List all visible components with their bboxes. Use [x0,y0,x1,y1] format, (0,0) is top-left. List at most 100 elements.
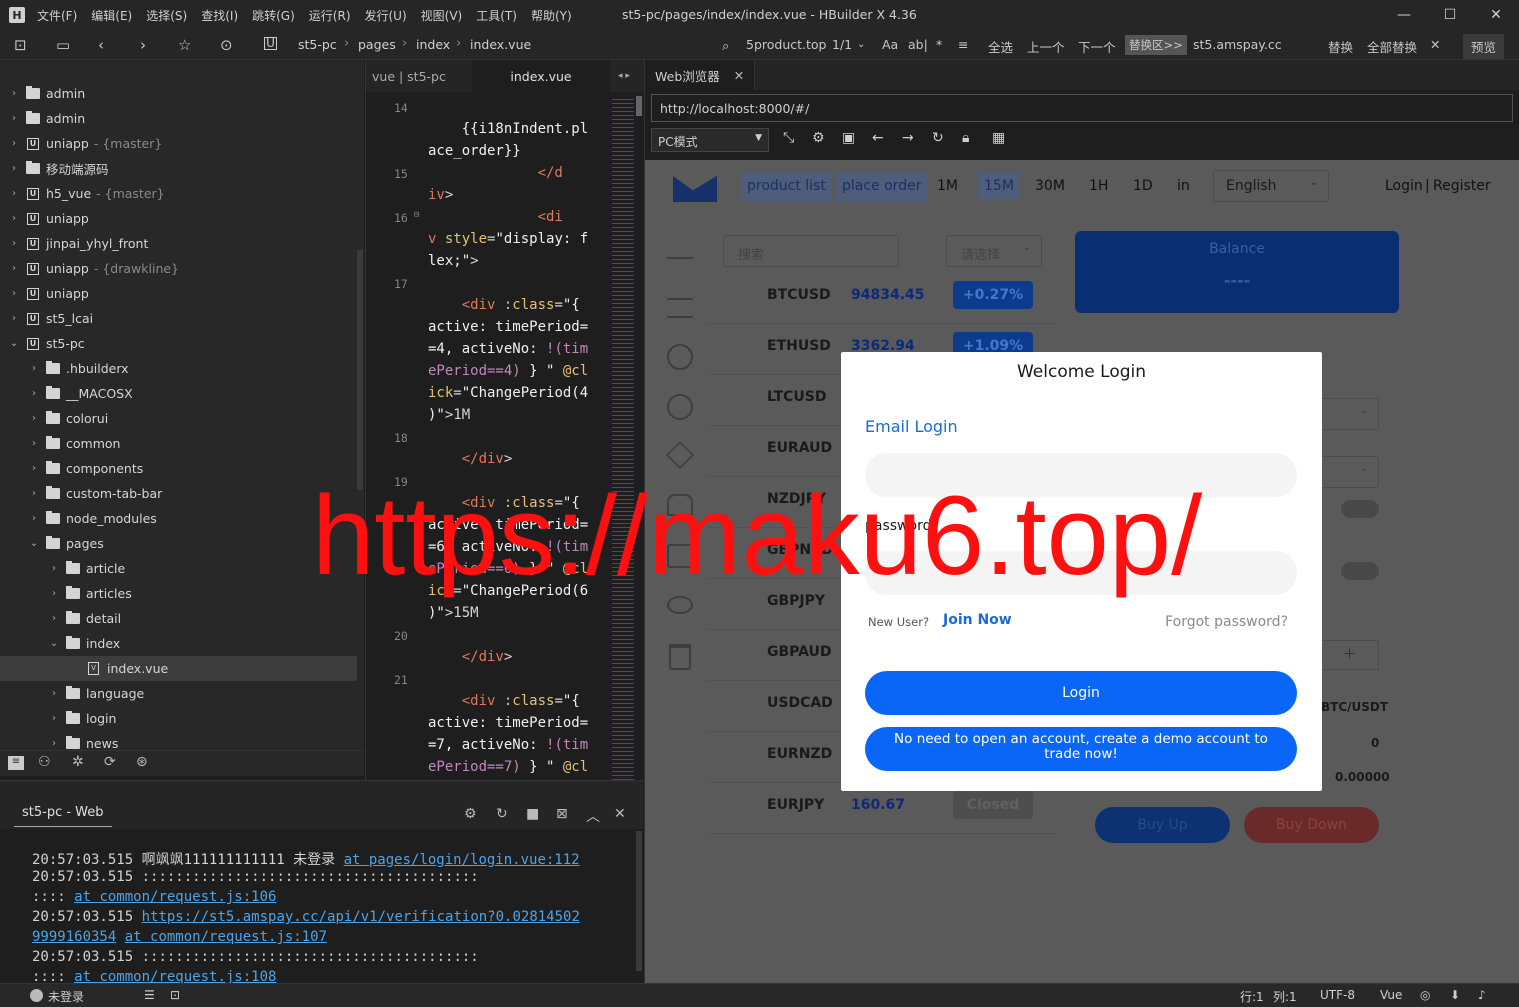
forward-icon[interactable]: › [140,35,146,55]
chevron-down-icon[interactable]: ⌄ [857,39,865,50]
refresh-icon[interactable]: ↻ [932,130,944,146]
right-select-1[interactable]: ⌄ [1321,398,1379,430]
menu-select[interactable]: 选择(S) [146,7,187,24]
encoding[interactable]: UTF-8 [1320,988,1355,1002]
chevron-right-icon[interactable]: › [8,313,20,324]
download-icon[interactable]: ⬇ [1450,988,1460,1002]
editor-scrollbar[interactable] [636,96,642,116]
nav-place-order[interactable]: place order [836,172,928,202]
search-input[interactable]: 5product.top [746,37,827,52]
search-status-icon[interactable]: ◎ [1420,988,1430,1002]
market-pair[interactable]: ETHUSD [767,338,831,354]
market-pair[interactable]: BTCUSD [767,287,831,303]
log-link[interactable]: at common/request.js:107 [125,929,327,945]
crosshair-tool-icon[interactable] [667,257,693,259]
new-file-icon[interactable]: ⊡ [14,35,27,55]
plugin-icon[interactable]: ⊛ [136,754,148,770]
source-control-icon[interactable]: ⟳ [104,754,116,770]
tree-item-language[interactable]: › language [0,681,144,706]
lock-icon[interactable]: 🔒︎ [962,130,969,146]
list-icon[interactable]: ☰ [144,988,155,1002]
market-pair[interactable]: LTCUSD [767,389,827,405]
tree-item-h5-vue[interactable]: › Uh5_vue - {master} [0,181,165,206]
toggle-switch-1[interactable] [1341,500,1379,518]
chevron-right-icon[interactable]: › [48,588,60,599]
breadcrumb-file[interactable]: index.vue [470,37,531,52]
forgot-password-link[interactable]: Forgot password? [1165,614,1288,630]
chevron-down-icon[interactable]: ⌄ [48,638,60,649]
tree-item--hbuilderx[interactable]: › .hbuilderx [0,356,129,381]
market-pair[interactable]: EURNZD [767,746,832,762]
tree-item-uniapp[interactable]: › Uuniapp - {drawkline} [0,256,179,281]
chevron-right-icon[interactable]: › [48,688,60,699]
toggle-switch-2[interactable] [1341,562,1379,580]
arrow-right-icon[interactable]: → [902,130,914,146]
whole-word-toggle[interactable]: аb| [908,37,928,52]
tree-item-uniapp[interactable]: › Uuniapp [0,281,89,306]
tree-item-detail[interactable]: › detail [0,606,121,631]
minimap[interactable] [612,96,634,780]
tree-item-login[interactable]: › login [0,706,116,731]
tree-item-admin[interactable]: › admin [0,106,85,131]
lines-tool-icon[interactable] [667,298,693,318]
bug-icon[interactable]: ✲ [72,754,84,770]
period-1d[interactable]: 1D [1133,178,1153,194]
demo-account-button[interactable]: No need to open an account, create a dem… [865,727,1297,771]
chevron-right-icon[interactable]: › [8,188,20,199]
tree-item-admin[interactable]: › admin [0,81,85,106]
replace-area-toggle[interactable]: 替换区>> [1125,35,1187,55]
market-pair[interactable]: EURJPY [767,797,824,813]
trash-icon[interactable] [669,644,691,670]
chevron-right-icon[interactable]: › [8,263,20,274]
chevron-right-icon[interactable]: › [28,488,40,499]
save-icon[interactable]: ▭ [56,35,70,55]
chevron-right-icon[interactable]: › [8,163,20,174]
language-mode[interactable]: Vue [1380,988,1402,1002]
buy-down-button[interactable]: Buy Down [1244,807,1379,843]
bell-icon[interactable]: ♪ [1478,988,1486,1002]
tree-item-pages[interactable]: ⌄ pages [0,531,104,556]
regex-toggle[interactable]: * [936,37,942,52]
right-select-2[interactable]: ⌄ [1321,456,1379,488]
period-1m[interactable]: 1M [937,178,958,194]
chevron-right-icon[interactable]: › [28,388,40,399]
mode-select[interactable]: PC模式 ▼ [651,128,769,152]
chevron-right-icon[interactable]: › [28,363,40,374]
tree-item--[interactable]: › 移动端源码 [0,156,109,181]
url-input[interactable]: http://localhost:8000/#/ [651,94,1513,122]
pair-search-input[interactable]: 搜索 [723,235,899,267]
period-30m[interactable]: 30M [1035,178,1065,194]
period-15m[interactable]: 15M [978,172,1020,200]
next-match-button[interactable]: 下一个 [1078,37,1116,56]
market-pair[interactable]: EURAUD [767,440,832,456]
binoculars-icon[interactable]: ⚇ [38,754,51,770]
menu-run[interactable]: 运行(R) [309,7,351,24]
close-search-icon[interactable]: ✕ [1430,37,1440,52]
circle-tool-icon[interactable] [667,344,693,370]
shape-tool-icon[interactable] [666,441,694,469]
chevron-right-icon[interactable]: › [48,713,60,724]
chevron-right-icon[interactable]: › [8,88,20,99]
tab-vue-st5pc[interactable]: vue | st5-pc [366,60,452,92]
tree-item--macosx[interactable]: › __MACOSX [0,381,133,406]
tree-item-custom-tab-bar[interactable]: › custom-tab-bar [0,481,162,506]
breadcrumb-index[interactable]: index [416,37,450,52]
selection-icon[interactable]: ≡ [958,37,968,52]
stop-icon[interactable]: ■ [526,806,539,822]
register-link[interactable]: Register [1433,178,1491,194]
sidebar-scrollbar[interactable] [357,250,363,490]
chevron-right-icon[interactable]: › [28,413,40,424]
console-scrollbar[interactable] [636,831,642,971]
console-icon[interactable]: ▣ [842,130,855,146]
arrow-left-icon[interactable]: ← [872,130,884,146]
tree-item-jinpai-yhyl-front[interactable]: › Ujinpai_yhyl_front [0,231,148,256]
chevron-down-icon[interactable]: ⌄ [28,538,40,549]
screenshot-icon[interactable]: ⤡ [783,130,794,146]
minimize-button[interactable]: — [1381,0,1427,30]
log-link[interactable]: at pages/login/login.vue:112 [344,852,580,868]
prev-match-button[interactable]: 上一个 [1027,37,1065,56]
chevron-right-icon[interactable]: › [48,613,60,624]
menu-view[interactable]: 视图(V) [421,7,463,24]
browser-tab[interactable]: Web浏览器 ✕ [645,60,755,90]
menu-find[interactable]: 查找(I) [201,7,238,24]
